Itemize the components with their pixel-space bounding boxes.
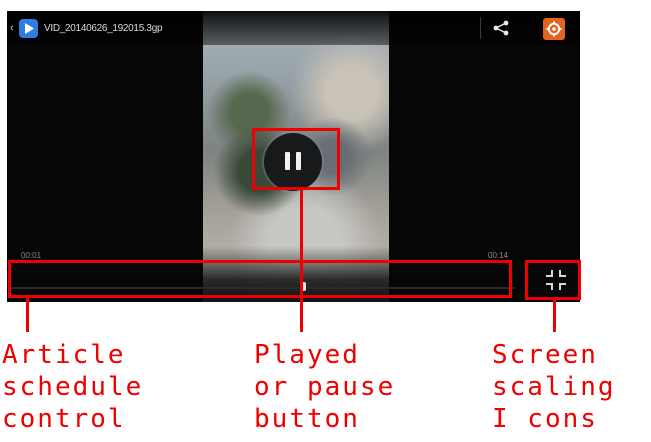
annotation-progress-label: Article schedule control (2, 340, 144, 434)
total-time: 00:14 (488, 251, 509, 260)
annotation-progress-box (8, 260, 512, 298)
elapsed-time: 00:01 (21, 251, 42, 260)
annotation-pause-label: Played or pause button (254, 340, 396, 434)
back-button[interactable]: ‹ (10, 22, 14, 34)
annotation-fullscreen-box (525, 260, 581, 300)
gear-icon (546, 21, 562, 37)
share-icon[interactable] (492, 20, 510, 36)
player-top-bar: ‹ VID_20140626_192015.3gp (7, 11, 580, 45)
toolbar-divider (480, 17, 481, 39)
settings-button[interactable] (543, 18, 565, 40)
play-app-icon (19, 19, 38, 38)
annotation-pause-line (300, 190, 303, 332)
annotation-pause-box (252, 128, 340, 190)
annotation-fullscreen-label: Screen scaling I cons (492, 340, 616, 434)
annotation-fullscreen-line (553, 300, 556, 332)
annotation-progress-line (26, 298, 29, 332)
video-file-title: VID_20140626_192015.3gp (44, 23, 163, 34)
